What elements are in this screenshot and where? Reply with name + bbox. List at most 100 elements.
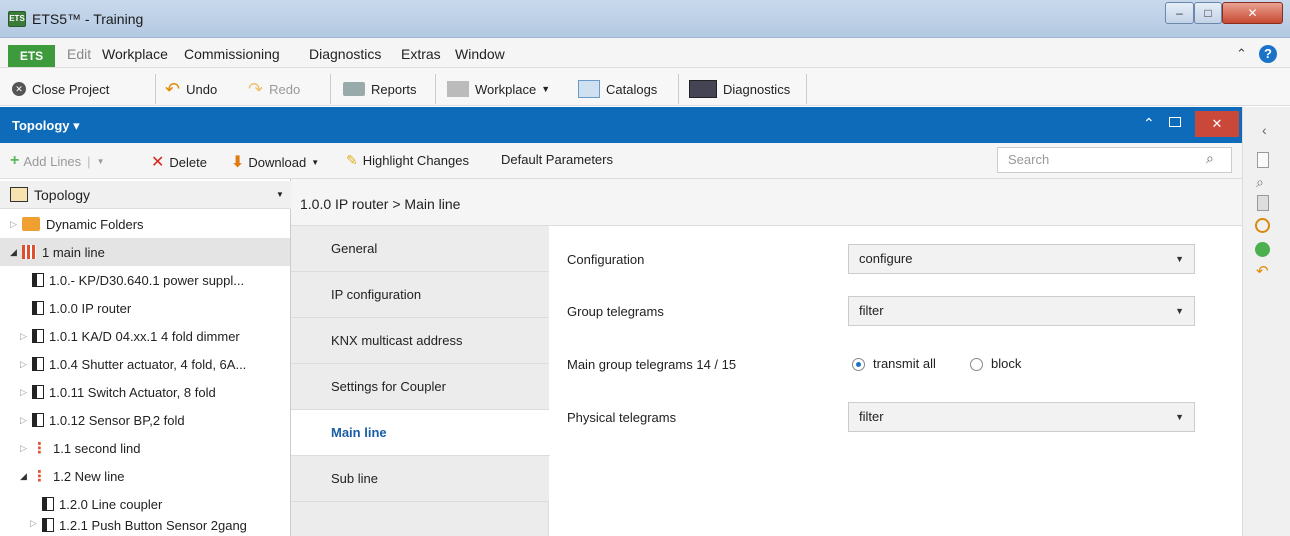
reports-label: Reports <box>371 81 417 97</box>
group-telegrams-value: filter <box>859 303 884 318</box>
download-label: Download <box>248 154 307 170</box>
menu-extras[interactable]: Extras <box>401 46 441 62</box>
undo-icon: ↶ <box>165 78 181 99</box>
plus-icon: + <box>10 152 20 169</box>
chevron-down-icon: ▼ <box>96 156 105 166</box>
tree-item[interactable]: 1.0.- KP/D30.640.1 power suppl... <box>0 266 290 294</box>
download-button[interactable]: ⬇ Download ▼ <box>231 152 319 172</box>
device-icon <box>32 413 44 427</box>
folder-icon <box>22 217 40 231</box>
physical-telegrams-dropdown[interactable]: filter ▼ <box>848 402 1195 432</box>
undo-label: Undo <box>186 81 218 97</box>
param-tab-ip-configuration[interactable]: IP configuration <box>291 272 549 318</box>
undo-icon[interactable]: ↶ <box>1256 262 1269 280</box>
expand-icon[interactable]: ▷ <box>20 359 32 370</box>
collapse-icon[interactable]: ◢ <box>10 247 22 258</box>
param-tab-settings-coupler[interactable]: Settings for Coupler <box>291 364 549 410</box>
expand-icon[interactable]: ▷ <box>30 518 42 529</box>
catalogs-button[interactable]: Catalogs <box>578 75 657 103</box>
undo-button[interactable]: ↶ Undo <box>165 75 217 103</box>
menu-window[interactable]: Window <box>455 46 505 62</box>
play-icon[interactable] <box>1255 242 1270 257</box>
panel-title[interactable]: Topology ▾ <box>12 118 80 134</box>
close-window-button[interactable]: ✕ <box>1222 2 1283 24</box>
comments-icon[interactable] <box>1257 195 1269 211</box>
chevron-down-icon: ▼ <box>311 157 320 167</box>
history-icon[interactable] <box>1255 218 1270 233</box>
tree-item[interactable]: ▷ Dynamic Folders <box>0 210 290 238</box>
menu-workplace[interactable]: Workplace <box>102 46 168 62</box>
chevron-up-icon[interactable]: ⌃ <box>1143 115 1155 132</box>
expand-icon[interactable]: ▷ <box>10 219 22 230</box>
collapse-ribbon-icon[interactable]: ⌃ <box>1236 46 1247 62</box>
chevron-left-icon[interactable]: ‹ <box>1262 122 1267 138</box>
reports-button[interactable]: Reports <box>343 75 417 103</box>
expand-icon[interactable]: ▷ <box>20 331 32 342</box>
redo-button[interactable]: ↷ Redo <box>248 75 300 103</box>
group-telegrams-dropdown[interactable]: filter ▼ <box>848 296 1195 326</box>
breadcrumb: 1.0.0 IP router > Main line <box>300 196 461 212</box>
param-tab-sub-line[interactable]: Sub line <box>291 456 549 502</box>
search-input[interactable]: Search <box>997 147 1232 173</box>
chevron-down-icon: ▼ <box>1175 306 1184 316</box>
collapse-icon[interactable]: ◢ <box>20 471 32 482</box>
tree-item[interactable]: ▷ 1.0.12 Sensor BP,2 fold <box>0 406 290 434</box>
panel-maximize-button[interactable] <box>1169 117 1181 127</box>
menu-diagnostics[interactable]: Diagnostics <box>309 46 381 62</box>
param-tab-main-line[interactable]: Main line <box>291 410 550 456</box>
topology-panel-header <box>0 107 1242 143</box>
tree-item[interactable]: ▷ 1.0.4 Shutter actuator, 4 fold, 6A... <box>0 350 290 378</box>
param-tab-general[interactable]: General <box>291 226 549 272</box>
close-project-icon: ✕ <box>12 82 26 96</box>
configuration-dropdown[interactable]: configure ▼ <box>848 244 1195 274</box>
title-bar <box>0 0 1290 38</box>
tree-item[interactable]: ▷ 1.0.1 KA/D 04.xx.1 4 fold dimmer <box>0 322 290 350</box>
toolbar-separator <box>678 74 679 104</box>
diagnostics-button[interactable]: Diagnostics <box>689 75 790 103</box>
tree-item[interactable]: ▷ 1.2.1 Push Button Sensor 2gang <box>0 518 290 536</box>
side-panel-strip <box>1242 107 1290 536</box>
redo-icon: ↷ <box>248 78 264 99</box>
tree-item[interactable]: ▷ ⋮ 1.1 second lind <box>0 434 290 462</box>
group-telegrams-label: Group telegrams <box>567 304 664 319</box>
menu-commissioning[interactable]: Commissioning <box>184 46 280 62</box>
expand-icon[interactable]: ▷ <box>20 443 32 454</box>
default-parameters-label: Default Parameters <box>501 152 613 167</box>
tree-item[interactable]: ◢ ⋮ 1.2 New line <box>0 462 290 490</box>
close-project-label: Close Project <box>32 81 110 97</box>
ets-menu-tab[interactable]: ETS <box>8 45 55 67</box>
line-icon: ⋮ <box>32 468 47 485</box>
highlight-changes-button[interactable]: ✎ Highlight Changes <box>346 152 469 169</box>
toolbar-separator <box>155 74 156 104</box>
block-radio[interactable]: block <box>970 356 1021 372</box>
properties-icon[interactable] <box>1257 152 1269 168</box>
param-tab-knx-multicast[interactable]: KNX multicast address <box>291 318 549 364</box>
search-icon[interactable]: ⌕ <box>1206 150 1214 167</box>
separator-pipe: | <box>87 153 91 169</box>
workplace-dropdown[interactable]: Workplace ▼ <box>447 75 550 103</box>
tree-item-label: 1.1 second lind <box>53 440 141 456</box>
tree-header-label: Topology <box>34 187 91 203</box>
menu-edit[interactable]: Edit <box>67 46 91 62</box>
maximize-button[interactable]: □ <box>1194 2 1222 24</box>
expand-icon[interactable]: ▷ <box>20 387 32 398</box>
expand-icon[interactable]: ▷ <box>20 415 32 426</box>
tree-item[interactable]: ◢ 1 main line <box>0 238 290 266</box>
main-line-icon <box>22 245 36 259</box>
delete-button[interactable]: ✕ Delete <box>151 152 207 172</box>
close-project-button[interactable]: ✕ Close Project <box>12 75 109 103</box>
minimize-button[interactable]: – <box>1165 2 1194 24</box>
add-lines-button[interactable]: + Add Lines | ▼ <box>10 152 104 170</box>
default-parameters-button[interactable]: Default Parameters <box>501 152 613 167</box>
device-icon <box>42 497 54 511</box>
toolbar-separator <box>806 74 807 104</box>
add-lines-label: Add Lines <box>23 153 82 169</box>
transmit-all-radio[interactable]: transmit all <box>852 356 936 372</box>
help-icon[interactable]: ? <box>1259 45 1277 63</box>
chevron-down-icon[interactable]: ▼ <box>276 190 284 199</box>
tree-item[interactable]: 1.2.0 Line coupler <box>0 490 290 518</box>
tree-item[interactable]: ▷ 1.0.11 Switch Actuator, 8 fold <box>0 378 290 406</box>
panel-close-button[interactable]: ✕ <box>1195 111 1239 137</box>
search-icon[interactable]: ⌕ <box>1256 174 1264 191</box>
tree-item[interactable]: 1.0.0 IP router <box>0 294 290 322</box>
